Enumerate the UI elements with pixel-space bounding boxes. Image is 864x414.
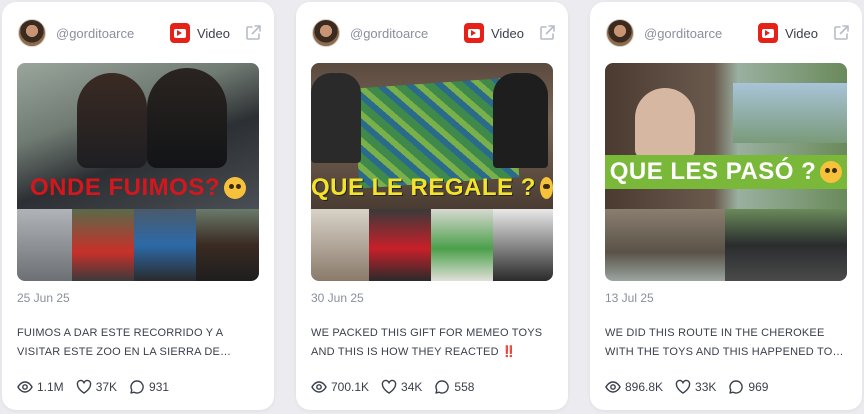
views-stat: 1.1M — [17, 379, 64, 395]
comments-count: 931 — [149, 380, 170, 394]
flushed-face-emoji — [820, 161, 843, 183]
post-description: FUIMOS A DAR ESTE RECORRIDO Y A VISITAR … — [17, 327, 223, 358]
content-type-label: Video — [784, 25, 818, 41]
external-link-icon[interactable] — [244, 24, 262, 42]
card-header: @gorditoarce Video — [606, 19, 850, 47]
post-description: WE PACKED THIS GIFT FOR MEMEO TOYS AND T… — [311, 327, 543, 358]
card-header: @gorditoarce Video — [312, 19, 556, 47]
account-handle[interactable]: @gorditoarce — [644, 26, 758, 41]
eye-icon — [605, 381, 621, 393]
comments-stat: 931 — [129, 379, 169, 395]
post-date: 13 Jul 25 — [605, 291, 654, 305]
comment-icon — [130, 380, 144, 394]
comments-count: 969 — [748, 380, 769, 394]
eye-icon — [17, 381, 33, 393]
likes-count: 33K — [695, 380, 717, 394]
engagement-stats: 1.1M 37K 931 — [17, 378, 181, 396]
video-thumbnail[interactable]: ONDE FUIMOS? — [17, 63, 259, 281]
thumbnail-caption: QUE LES PASÓ ? — [605, 155, 847, 189]
youtube-icon — [757, 23, 778, 43]
flushed-face-emoji — [224, 177, 246, 199]
external-link-icon[interactable] — [832, 24, 850, 42]
flushed-face-emoji — [539, 177, 553, 199]
content-type-label: Video — [490, 25, 524, 41]
views-count: 896.8K — [625, 380, 664, 394]
post-card[interactable]: @gorditoarce Video ONDE FUIMOS? 25 Jun 2… — [2, 2, 274, 410]
views-count: 1.1M — [37, 380, 64, 394]
likes-count: 34K — [401, 380, 423, 394]
content-type-label: Video — [196, 25, 230, 41]
engagement-stats: 700.1K 34K 558 — [311, 378, 486, 396]
eye-icon — [311, 381, 327, 393]
heart-icon — [76, 379, 91, 394]
views-stat: 896.8K — [605, 379, 663, 395]
avatar[interactable] — [606, 19, 634, 47]
avatar[interactable] — [18, 19, 46, 47]
heart-icon — [675, 379, 691, 394]
views-count: 700.1K — [331, 380, 370, 394]
engagement-stats: 896.8K 33K 969 — [605, 378, 780, 396]
account-handle[interactable]: @gorditoarce — [56, 26, 170, 41]
comments-stat: 558 — [434, 379, 474, 395]
avatar[interactable] — [312, 19, 340, 47]
likes-count: 37K — [95, 380, 118, 394]
comment-icon — [435, 380, 450, 394]
views-stat: 700.1K — [311, 379, 369, 395]
post-date: 25 Jun 25 — [17, 291, 70, 305]
account-handle[interactable]: @gorditoarce — [350, 26, 464, 41]
post-description: WE DID THIS ROUTE IN THE CHEROKEE WITH T… — [605, 327, 833, 358]
comments-count: 558 — [454, 380, 475, 394]
youtube-icon — [463, 23, 484, 43]
post-card[interactable]: @gorditoarce Video QUE LES PASÓ ? 13 Jul… — [590, 2, 862, 410]
post-card[interactable]: @gorditoarce Video QUE LE REGALE ? 30 Ju… — [296, 2, 568, 410]
heart-icon — [381, 379, 397, 394]
comment-icon — [729, 380, 744, 394]
thumbnail-caption: ONDE FUIMOS? — [17, 173, 259, 203]
likes-stat: 34K — [381, 379, 422, 395]
likes-stat: 33K — [675, 379, 716, 395]
video-thumbnail[interactable]: QUE LES PASÓ ? — [605, 63, 847, 281]
post-date: 30 Jun 25 — [311, 291, 364, 305]
card-header: @gorditoarce Video — [18, 19, 262, 47]
external-link-icon[interactable] — [538, 24, 556, 42]
thumbnail-caption: QUE LE REGALE ? — [311, 173, 553, 203]
youtube-icon — [169, 23, 190, 43]
comments-stat: 969 — [728, 379, 768, 395]
video-thumbnail[interactable]: QUE LE REGALE ? — [311, 63, 553, 281]
likes-stat: 37K — [76, 379, 117, 395]
